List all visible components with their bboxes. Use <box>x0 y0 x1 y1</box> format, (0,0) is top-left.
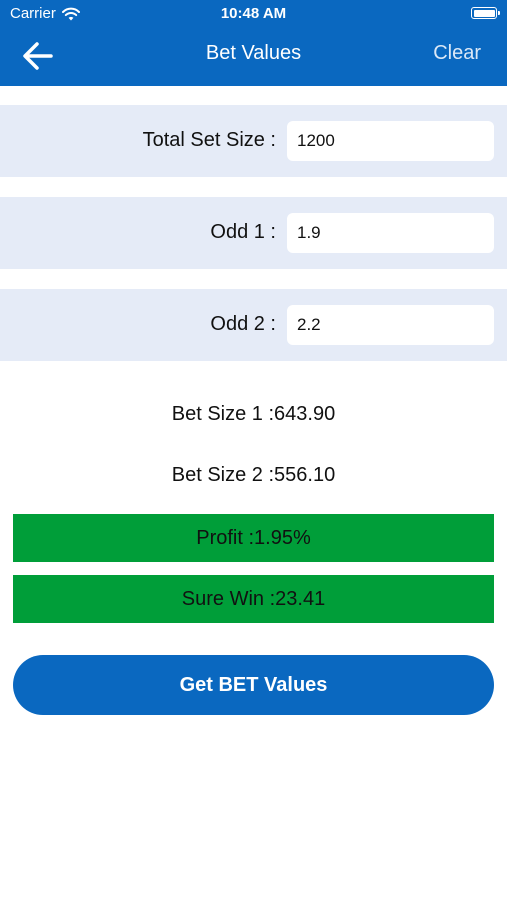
sure-win-banner: Sure Win :23.41 <box>13 575 494 623</box>
odd2-input[interactable] <box>287 305 494 345</box>
bet-size-1-text: Bet Size 1 :643.90 <box>171 403 336 425</box>
app-header: Carrier 10:48 AM Bet Values Clear <box>0 0 507 86</box>
get-bet-values-label: Get BET Values <box>179 673 328 696</box>
odd1-label: Odd 1 : <box>210 221 276 243</box>
page-title: Bet Values <box>205 42 302 64</box>
odd1-row: Odd 1 : <box>0 197 507 269</box>
profit-text: Profit :1.95% <box>196 526 311 549</box>
status-time: 10:48 AM <box>220 5 287 22</box>
profit-banner: Profit :1.95% <box>13 514 494 562</box>
get-bet-values-button[interactable]: Get BET Values <box>13 655 494 715</box>
sure-win-text: Sure Win :23.41 <box>181 587 326 610</box>
odd2-row: Odd 2 : <box>0 289 507 361</box>
total-set-size-input[interactable] <box>287 121 494 161</box>
odd2-label: Odd 2 : <box>210 313 276 335</box>
total-set-size-row: Total Set Size : <box>0 105 507 177</box>
bet-size-2-text: Bet Size 2 :556.10 <box>171 464 336 486</box>
odd1-input[interactable] <box>287 213 494 253</box>
battery-icon <box>471 7 500 19</box>
clear-button[interactable]: Clear <box>433 42 481 65</box>
total-set-size-label: Total Set Size : <box>142 129 276 151</box>
status-bar: Carrier 10:48 AM <box>0 0 507 28</box>
